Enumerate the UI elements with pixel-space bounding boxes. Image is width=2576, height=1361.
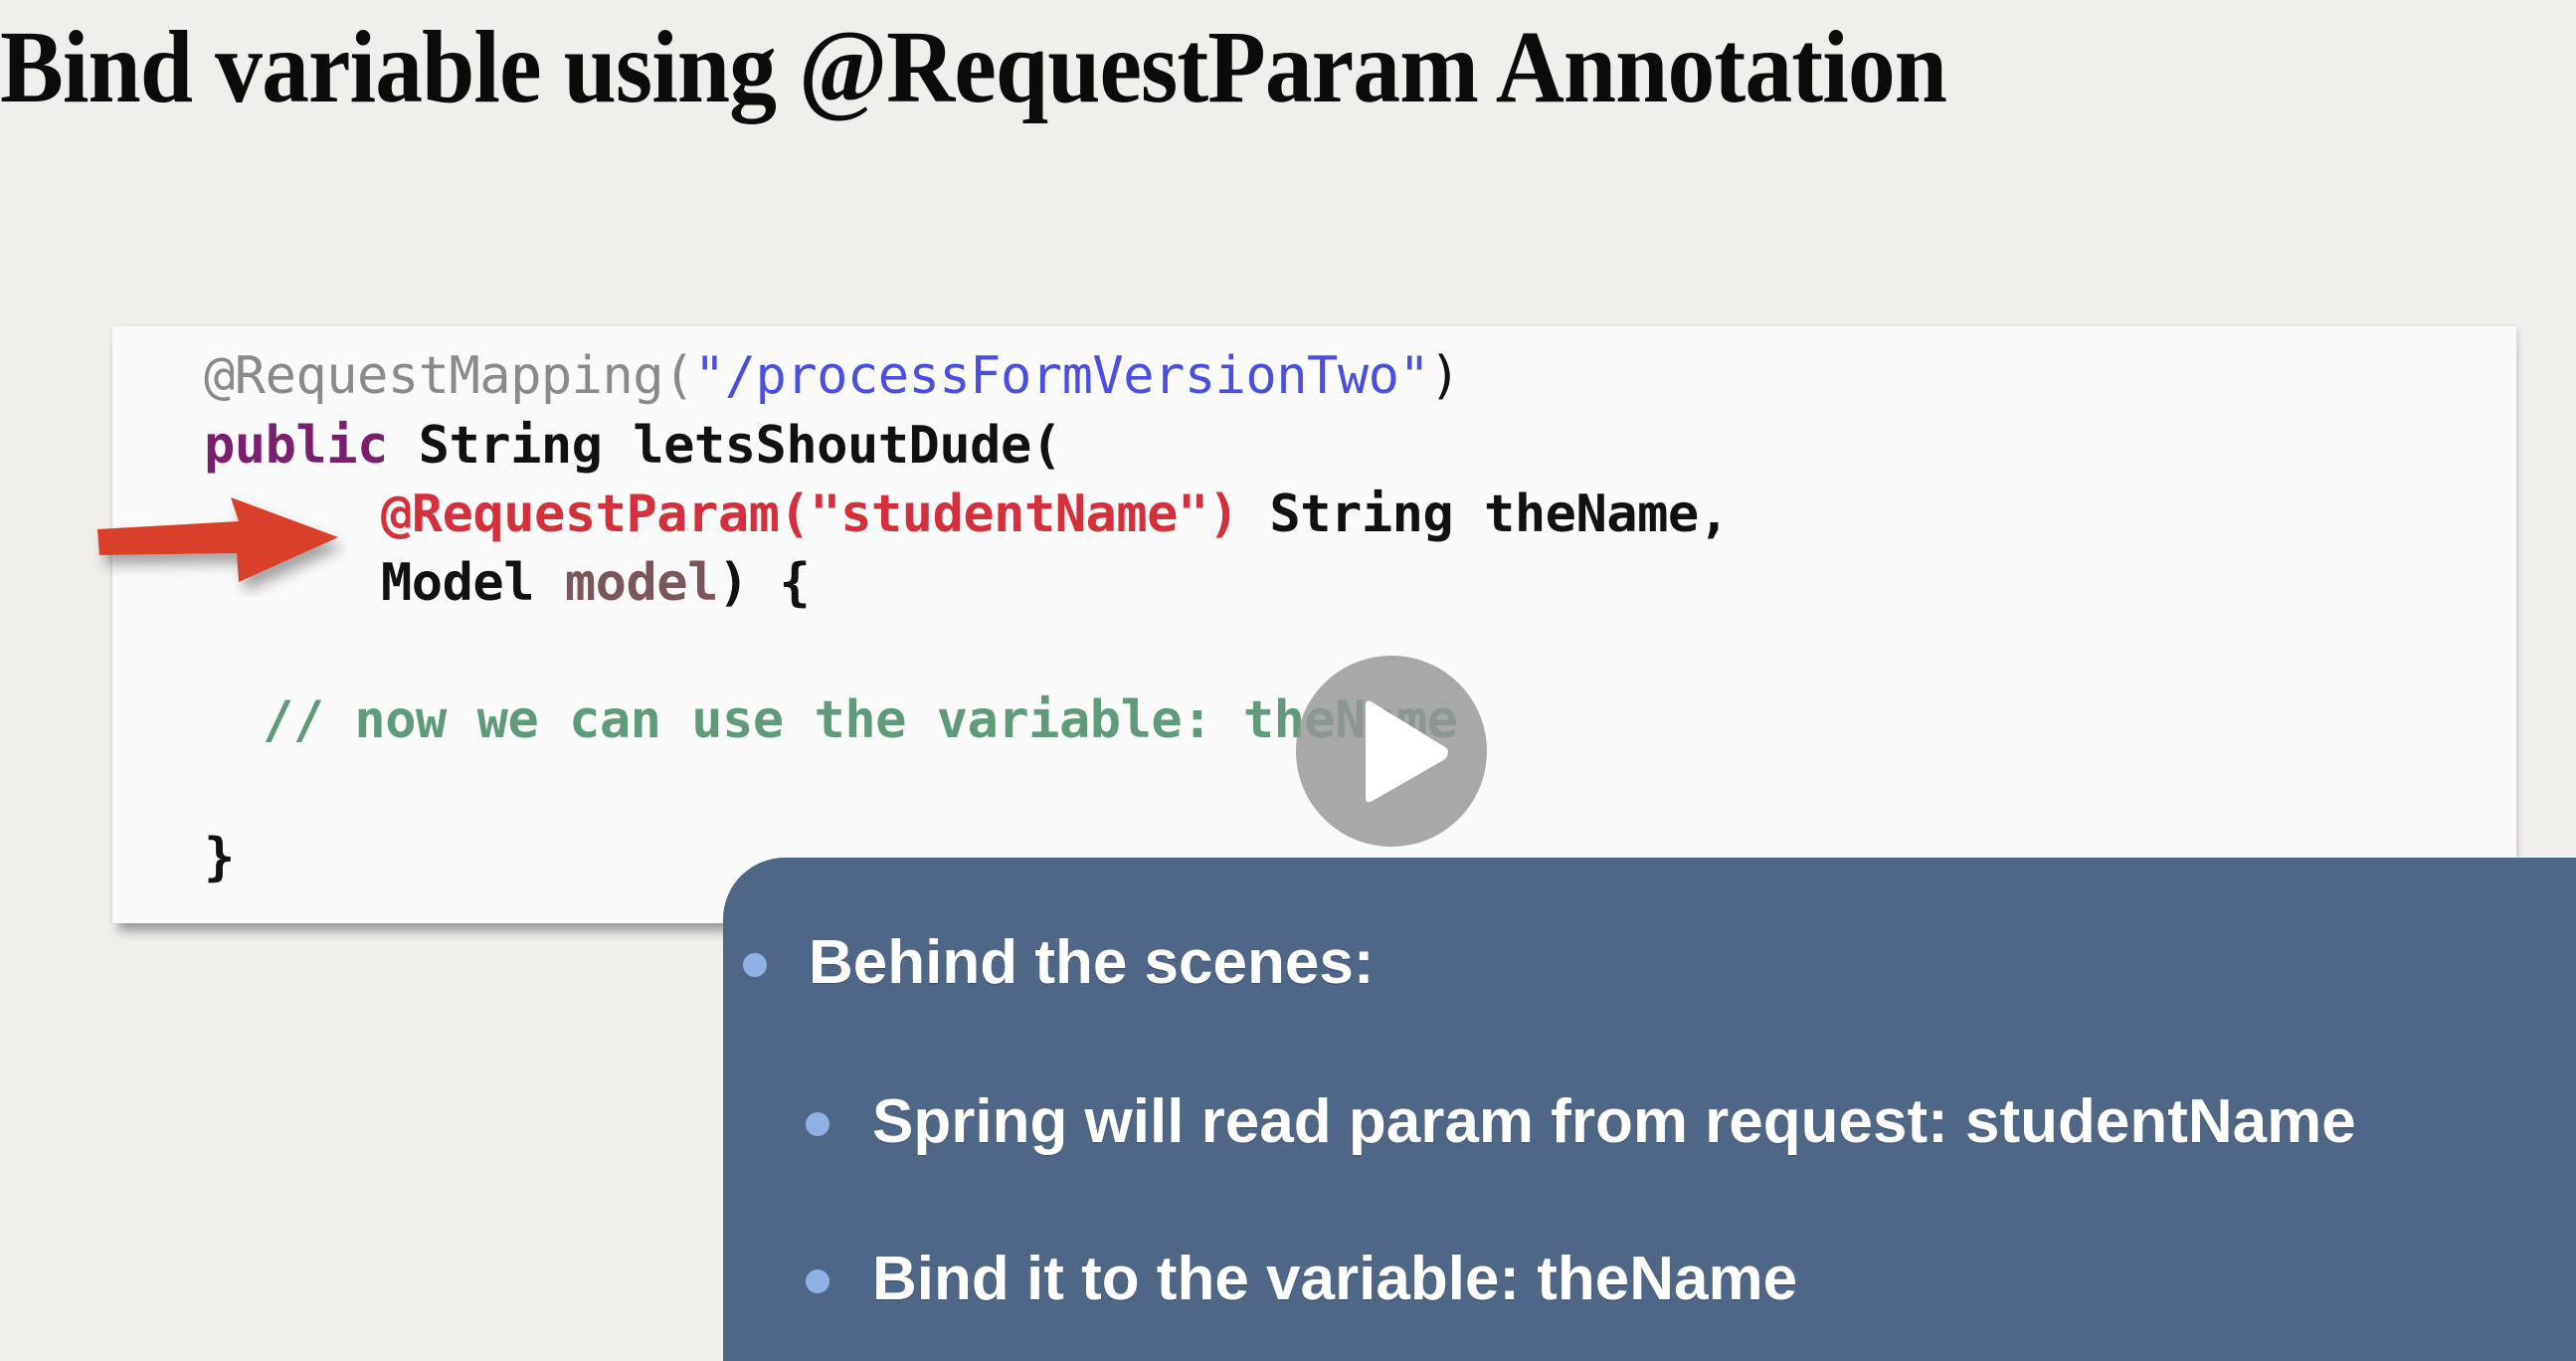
code-method: String letsShoutDude( [387, 416, 1062, 476]
code-keyword: public [204, 416, 388, 476]
code-brace-open: ) { [717, 553, 811, 613]
code-comment: // now we can use the variable: theName [263, 690, 1458, 750]
callout-item-bind-variable: Bind it to the variable: theName [872, 1245, 1798, 1313]
red-arrow-icon [97, 497, 338, 582]
callout-item-read-param: Spring will read param from request: stu… [872, 1087, 2356, 1156]
play-button[interactable] [1296, 656, 1487, 847]
slide-title: Bind variable using @RequestParam Annota… [0, 10, 1947, 124]
callout-item-behind-the-scenes: Behind the scenes: [809, 928, 1375, 997]
explanation-callout: Behind the scenes: Spring will read para… [723, 858, 2576, 1361]
code-line-closing-brace: } [204, 826, 235, 889]
code-line-request-param: @RequestParam("studentName") String theN… [381, 483, 1730, 546]
code-line-request-mapping: @RequestMapping("/processFormVersionTwo"… [204, 344, 1461, 408]
code-paren: ) [1429, 346, 1461, 406]
code-line-comment: // now we can use the variable: theName [263, 688, 1458, 752]
code-brace-close: } [204, 828, 235, 887]
code-line-model-param: Model model) { [381, 551, 811, 615]
play-icon [1366, 700, 1448, 803]
bullet-icon [743, 953, 767, 977]
code-type: Model [381, 553, 565, 613]
code-line-method-signature: public String letsShoutDude( [204, 414, 1062, 478]
bullet-icon [806, 1269, 829, 1293]
code-highlight-request-param: @RequestParam("studentName") [381, 485, 1239, 544]
code-string-path: "/processFormVersionTwo" [693, 346, 1430, 406]
code-param-name: model [564, 553, 719, 613]
bullet-icon [806, 1112, 829, 1136]
code-annotation: @RequestMapping( [204, 346, 694, 406]
code-param-decl: String theName, [1238, 485, 1730, 544]
